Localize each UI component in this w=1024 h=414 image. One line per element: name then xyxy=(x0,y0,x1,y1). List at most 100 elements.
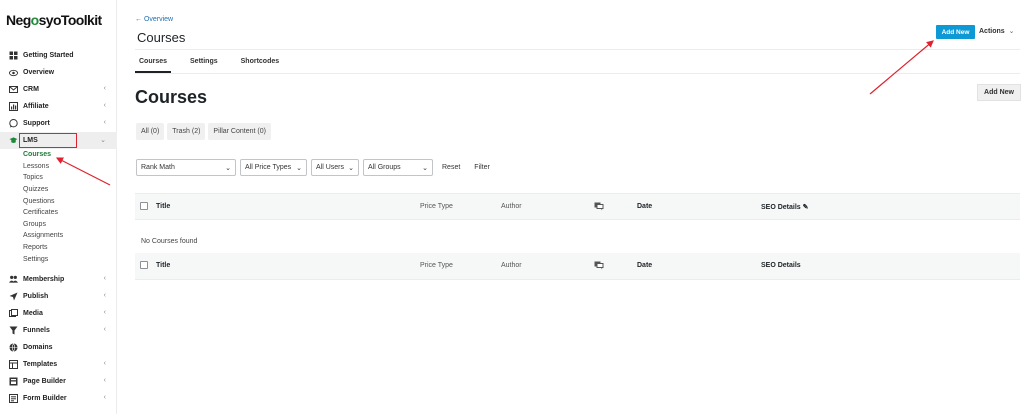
template-icon xyxy=(9,359,18,369)
table-header: Title Price Type Author Date SEO Details… xyxy=(135,193,1020,220)
divider xyxy=(135,49,1020,50)
eye-icon xyxy=(9,68,18,77)
sidebar-subitem-courses[interactable]: Courses xyxy=(23,149,117,161)
logo[interactable]: NegosyoToolkit xyxy=(6,12,102,28)
column-date[interactable]: Date xyxy=(637,262,652,269)
chevron-left-icon[interactable]: ‹ xyxy=(104,309,106,316)
sidebar-item-media[interactable]: Media ‹ xyxy=(0,305,117,322)
sidebar-subitem-groups[interactable]: Groups xyxy=(23,219,117,231)
sidebar-item-label: Funnels xyxy=(23,326,50,334)
sidebar-subitem-settings[interactable]: Settings xyxy=(23,253,117,265)
column-title[interactable]: Title xyxy=(156,203,170,210)
select-value: All Groups xyxy=(368,164,401,171)
chevron-down-icon[interactable]: ⌄ xyxy=(100,136,106,144)
logo-o: o xyxy=(30,12,40,28)
filter-link[interactable]: Filter xyxy=(474,164,490,171)
chevron-left-icon[interactable]: ‹ xyxy=(104,360,106,367)
sidebar-item-lms[interactable]: LMS ⌄ xyxy=(0,132,117,149)
form-icon xyxy=(9,393,18,403)
filter-trash[interactable]: Trash (2) xyxy=(167,123,206,140)
sidebar-item-label: Publish xyxy=(23,292,49,300)
page-icon xyxy=(9,377,18,386)
sidebar-subitem-questions[interactable]: Questions xyxy=(23,195,117,207)
sidebar-item-publish[interactable]: Publish ‹ xyxy=(0,288,117,305)
select-all-checkbox-footer[interactable] xyxy=(140,261,148,269)
sidebar-item-membership[interactable]: Membership ‹ xyxy=(0,271,117,288)
funnel-icon xyxy=(9,326,18,335)
tab-courses[interactable]: Courses xyxy=(135,56,172,73)
select-all-checkbox[interactable] xyxy=(140,202,148,210)
sidebar-item-form-builder[interactable]: Form Builder ‹ xyxy=(0,390,117,407)
users-icon xyxy=(9,275,18,284)
column-author: Author xyxy=(501,203,522,210)
sidebar-subitem-reports[interactable]: Reports xyxy=(23,242,117,254)
add-new-button[interactable]: Add New xyxy=(977,84,1021,101)
sidebar-item-page-builder[interactable]: Page Builder ‹ xyxy=(0,373,117,390)
sidebar-item-domains[interactable]: Domains xyxy=(0,339,117,356)
reset-link[interactable]: Reset xyxy=(442,164,460,171)
chevron-left-icon[interactable]: ‹ xyxy=(104,292,106,299)
chevron-left-icon[interactable]: ‹ xyxy=(104,102,106,109)
sidebar-item-crm[interactable]: CRM ‹ xyxy=(0,81,117,98)
tab-shortcodes[interactable]: Shortcodes xyxy=(237,56,284,73)
filter-pillar-content[interactable]: Pillar Content (0) xyxy=(208,123,271,140)
actions-dropdown[interactable]: Actions ⌄ xyxy=(979,27,1015,35)
actions-label: Actions xyxy=(979,28,1005,35)
sidebar-item-label: CRM xyxy=(23,86,39,93)
sidebar-subitem-certificates[interactable]: Certificates xyxy=(23,207,117,219)
grid-icon xyxy=(9,51,18,60)
chevron-left-icon[interactable]: ‹ xyxy=(104,119,106,126)
chevron-down-icon: ⌄ xyxy=(1008,28,1015,35)
column-price-type: Price Type xyxy=(420,262,453,269)
chevron-left-icon[interactable]: ‹ xyxy=(104,394,106,401)
graduation-cap-icon xyxy=(9,136,18,145)
sidebar-item-label: Page Builder xyxy=(23,377,66,385)
logo-text-start: Neg xyxy=(6,12,31,28)
sidebar-item-funnels[interactable]: Funnels ‹ xyxy=(0,322,117,339)
select-value: All Price Types xyxy=(245,164,292,171)
column-date[interactable]: Date xyxy=(637,203,652,210)
chevron-left-icon[interactable]: ‹ xyxy=(104,275,106,282)
column-seo-details: SEO Details xyxy=(761,262,801,269)
users-select[interactable]: All Users ⌄ xyxy=(311,159,359,176)
chevron-down-icon: ⌄ xyxy=(225,164,231,172)
sidebar-item-label: Overview xyxy=(23,69,55,76)
table-footer: Title Price Type Author Date SEO Details xyxy=(135,253,1020,280)
chat-icon xyxy=(9,119,18,128)
page-tabs: Courses Settings Shortcodes xyxy=(135,56,298,73)
sidebar-subitem-topics[interactable]: Topics xyxy=(23,172,117,184)
sidebar-item-templates[interactable]: Templates ‹ xyxy=(0,356,117,373)
filter-all[interactable]: All (0) xyxy=(136,123,165,140)
back-to-overview-link[interactable]: ← Overview xyxy=(135,16,173,23)
comments-icon xyxy=(594,261,604,272)
chevron-left-icon[interactable]: ‹ xyxy=(104,377,106,384)
main-content: ← Overview Courses Add New Actions ⌄ Cour… xyxy=(117,0,1024,414)
price-type-select[interactable]: All Price Types ⌄ xyxy=(240,159,307,176)
column-author: Author xyxy=(501,262,522,269)
bar-chart-icon xyxy=(9,102,18,111)
sidebar: NegosyoToolkit Getting Started Overview … xyxy=(0,0,117,414)
sidebar-item-label: Domains xyxy=(23,343,53,351)
sidebar-item-support[interactable]: Support ‹ xyxy=(0,115,117,132)
rank-math-select[interactable]: Rank Math ⌄ xyxy=(136,159,236,176)
globe-icon xyxy=(9,343,18,352)
chevron-down-icon: ⌄ xyxy=(422,164,428,172)
add-new-button-header[interactable]: Add New xyxy=(936,25,975,39)
sidebar-item-getting-started[interactable]: Getting Started xyxy=(0,47,117,64)
sidebar-subitem-assignments[interactable]: Assignments xyxy=(23,230,117,242)
chevron-left-icon[interactable]: ‹ xyxy=(104,326,106,333)
sidebar-nav: Getting Started Overview CRM ‹ Affiliate… xyxy=(0,47,117,407)
sidebar-item-overview[interactable]: Overview xyxy=(0,64,117,81)
sidebar-item-label: Support xyxy=(23,120,50,127)
pencil-icon[interactable]: ✎ xyxy=(803,204,809,211)
column-title[interactable]: Title xyxy=(156,262,170,269)
status-filter-tabs: All (0) Trash (2) Pillar Content (0) xyxy=(136,123,274,140)
chevron-left-icon[interactable]: ‹ xyxy=(104,85,106,92)
sidebar-subitem-lessons[interactable]: Lessons xyxy=(23,161,117,173)
sidebar-item-label: Media xyxy=(23,309,43,317)
sidebar-subitem-quizzes[interactable]: Quizzes xyxy=(23,184,117,196)
tab-settings[interactable]: Settings xyxy=(186,56,222,73)
groups-select[interactable]: All Groups ⌄ xyxy=(363,159,433,176)
sidebar-item-label: Form Builder xyxy=(23,394,67,402)
sidebar-item-affiliate[interactable]: Affiliate ‹ xyxy=(0,98,117,115)
